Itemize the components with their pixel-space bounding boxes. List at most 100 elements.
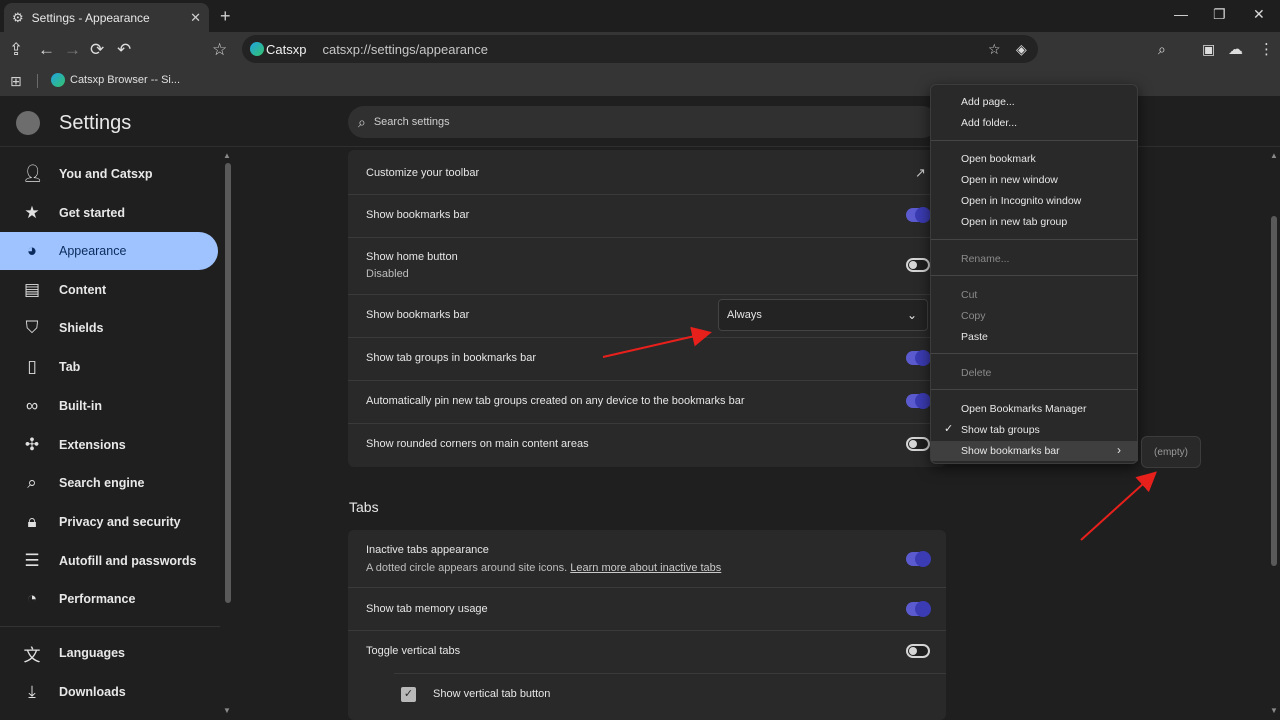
show-home-button-toggle[interactable] — [906, 258, 930, 272]
scroll-up-icon[interactable]: ▲ — [1270, 151, 1278, 160]
sidebar-item-tab[interactable]: ▯ Tab — [0, 348, 218, 386]
show-bookmarks-bar-select-label: Show bookmarks bar — [366, 309, 470, 321]
catsxp-logo-icon — [250, 42, 264, 56]
sidebar-item-languages[interactable]: 文 Languages — [0, 634, 218, 672]
cloud-upload-icon[interactable]: ☁ — [1228, 40, 1243, 58]
reader-search-icon[interactable]: ⌕ — [1158, 41, 1166, 58]
apps-grid-icon[interactable]: ⊞ — [10, 73, 22, 90]
bookmark-star-icon[interactable]: ☆ — [212, 40, 227, 60]
show-bookmarks-bar-toggle[interactable] — [906, 207, 931, 223]
sidebar-item-label: Autofill and passwords — [59, 554, 197, 568]
browser-tab[interactable]: ⚙ Settings - Appearance ✕ — [4, 3, 209, 32]
memory-usage-toggle[interactable] — [906, 601, 931, 617]
sidebar-item-privacy[interactable]: 🔒︎ Privacy and security — [0, 503, 218, 541]
scroll-up-icon[interactable]: ▲ — [223, 151, 231, 160]
sidebar-item-search-engine[interactable]: ⌕ Search engine — [0, 464, 218, 502]
customize-toolbar-label[interactable]: Customize your toolbar — [366, 167, 479, 179]
sidebar-item-label: Get started — [59, 206, 125, 220]
auto-pin-toggle[interactable] — [906, 393, 931, 409]
search-icon: ⌕ — [27, 473, 37, 492]
menu-item-open-incognito[interactable]: Open in Incognito window — [961, 195, 1081, 207]
translate-icon: 文 — [23, 645, 41, 665]
sidebar-item-downloads[interactable]: ⤓ Downloads — [0, 673, 218, 711]
back-icon[interactable]: ← — [38, 40, 55, 60]
content-icon: ▤ — [23, 280, 41, 299]
vertical-tabs-toggle[interactable] — [906, 644, 930, 658]
inactive-tabs-sub-text: A dotted circle appears around site icon… — [366, 562, 568, 574]
sidebar-divider — [0, 626, 220, 627]
menu-icon[interactable]: ⋮ — [1259, 40, 1274, 58]
home-upload-icon[interactable]: ⇪ — [9, 40, 23, 60]
scroll-down-icon[interactable]: ▼ — [1270, 706, 1278, 715]
menu-item-paste[interactable]: Paste — [961, 331, 988, 343]
sidebar-item-label: Privacy and security — [59, 515, 181, 529]
sidebar-item-appearance[interactable]: ◕ Appearance — [0, 232, 218, 270]
vertical-tabs-label: Toggle vertical tabs — [366, 645, 461, 657]
menu-item-open-new-window[interactable]: Open in new window — [961, 174, 1058, 186]
sidebar-item-autofill[interactable]: ☰ Autofill and passwords — [0, 542, 218, 580]
vertical-tab-button-checkbox[interactable]: ✓ — [401, 687, 416, 702]
menu-item-open-manager[interactable]: Open Bookmarks Manager — [961, 403, 1086, 415]
sidebar-item-label: Downloads — [59, 685, 126, 699]
sidebar-item-extensions[interactable]: ✣ Extensions — [0, 426, 218, 464]
scroll-down-icon[interactable]: ▼ — [223, 706, 231, 715]
sidebar-item-label: Search engine — [59, 476, 145, 490]
show-tab-groups-toggle[interactable] — [906, 350, 931, 366]
sidebar-item-content[interactable]: ▤ Content — [0, 271, 218, 309]
sidebar-item-label: Built-in — [59, 399, 103, 413]
chevron-down-icon: ⌄ — [906, 308, 917, 322]
builtin-icon: ∞ — [25, 396, 39, 415]
menu-separator — [931, 275, 1138, 276]
minimize-icon[interactable]: — — [1174, 6, 1188, 22]
undo-icon[interactable]: ↶ — [117, 40, 131, 60]
reload-icon[interactable]: ⟳ — [90, 40, 104, 60]
bookmark-item[interactable]: Catsxp Browser -- Si... — [70, 74, 180, 86]
show-tab-groups-label: Show tab groups in bookmarks bar — [366, 352, 536, 364]
tab-icon: ▯ — [27, 357, 37, 376]
menu-item-add-page[interactable]: Add page... — [961, 96, 1015, 108]
rounded-corners-toggle[interactable] — [906, 437, 930, 451]
omnibox-brand: Catsxp — [266, 41, 307, 57]
star-icon[interactable]: ☆ — [988, 41, 1001, 58]
address-bar[interactable]: Catsxp catsxp://settings/appearance — [242, 35, 1038, 63]
menu-item-show-bookmarks-bar[interactable]: Show bookmarks bar — [961, 445, 1060, 457]
menu-separator — [931, 140, 1138, 141]
bookmarks-submenu: (empty) — [1141, 436, 1201, 468]
inactive-tabs-toggle[interactable] — [906, 551, 931, 567]
menu-item-add-folder[interactable]: Add folder... — [961, 117, 1017, 129]
external-link-icon[interactable]: ↗ — [915, 165, 926, 181]
sidebar-item-you-and-catsxp[interactable]: 👤︎ You and Catsxp — [0, 155, 218, 193]
menu-item-open-tab-group[interactable]: Open in new tab group — [961, 216, 1067, 228]
url-text[interactable]: catsxp://settings/appearance — [322, 42, 488, 57]
gear-icon: ⚙ — [12, 9, 24, 25]
sidebar-scroll-thumb[interactable] — [225, 163, 231, 603]
sidebar-item-performance[interactable]: ◔ Performance — [0, 580, 218, 618]
close-window-icon[interactable]: ✕ — [1253, 6, 1265, 23]
person-icon: 👤︎ — [22, 164, 44, 183]
sidebar-item-shields[interactable]: ⛉ Shields — [0, 309, 218, 347]
sidebar-icon[interactable]: ▣ — [1202, 41, 1215, 58]
page-title: Settings — [59, 112, 132, 134]
new-tab-button[interactable]: + — [220, 6, 231, 27]
bookmark-favicon-icon — [51, 73, 65, 87]
learn-more-link[interactable]: Learn more about inactive tabs — [570, 562, 721, 574]
inactive-tabs-sub: A dotted circle appears around site icon… — [366, 562, 721, 574]
sidebar-item-get-started[interactable]: ★ Get started — [0, 194, 218, 232]
menu-item-show-tab-groups[interactable]: Show tab groups — [961, 424, 1040, 436]
menu-separator — [931, 239, 1138, 240]
main-scroll-thumb[interactable] — [1271, 216, 1277, 566]
menu-item-open-bookmark[interactable]: Open bookmark — [961, 153, 1036, 165]
layers-icon[interactable]: ◈ — [1016, 41, 1027, 58]
sidebar-item-label: You and Catsxp — [59, 167, 153, 181]
menu-item-delete: Delete — [961, 367, 992, 379]
close-tab-icon[interactable]: ✕ — [190, 10, 201, 26]
sidebar-item-label: Performance — [59, 592, 136, 606]
bookmarks-bar-dropdown[interactable]: Always ⌄ — [718, 299, 928, 331]
forward-icon[interactable]: → — [64, 40, 81, 60]
sidebar-item-built-in[interactable]: ∞ Built-in — [0, 387, 218, 425]
restore-icon[interactable]: ❐ — [1213, 6, 1226, 23]
dropdown-value: Always — [727, 309, 762, 321]
search-input[interactable]: ⌕ Search settings — [348, 106, 938, 138]
shield-icon: ⛉ — [25, 318, 39, 337]
show-bookmarks-bar-label: Show bookmarks bar — [366, 209, 470, 221]
